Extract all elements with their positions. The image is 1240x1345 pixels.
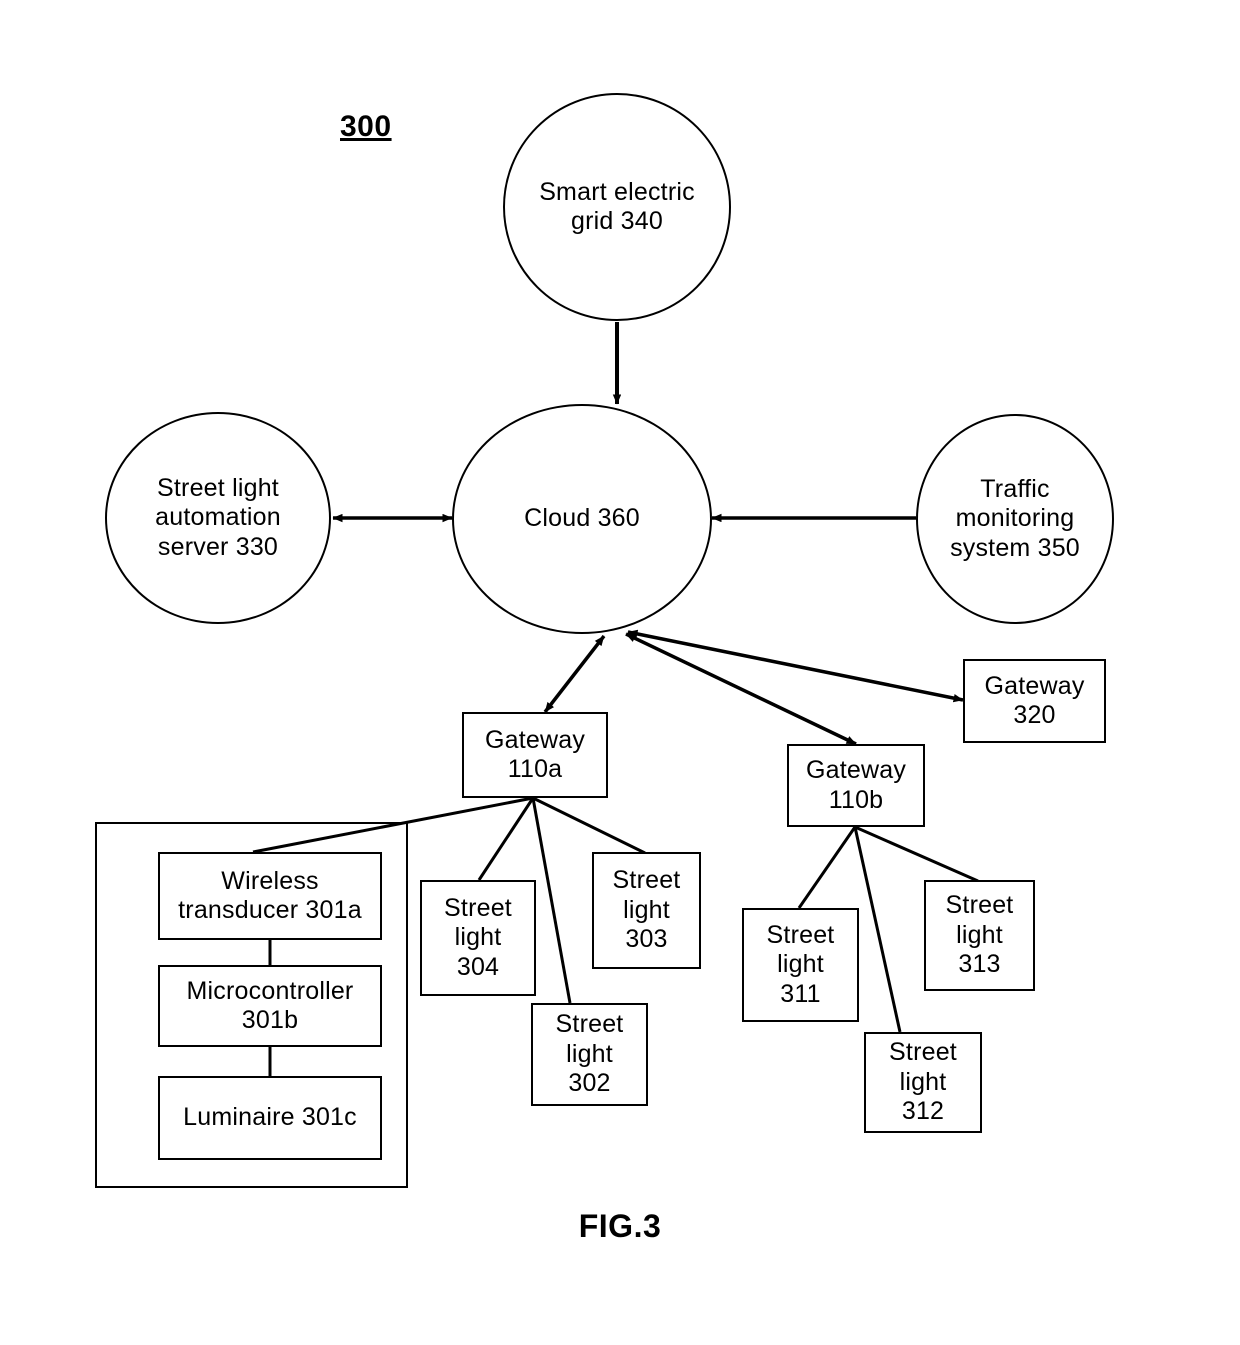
edge-cloud-to-gateway-110a (543, 634, 606, 714)
edge-gateway-110b-to-street-light-311 (797, 826, 857, 909)
node-street-light-311[interactable]: Street light 311 (742, 908, 859, 1022)
node-cloud[interactable]: Cloud 360 (452, 404, 712, 634)
edge-cloud-to-gateway-110b (625, 632, 857, 746)
node-street-light-312[interactable]: Street light 312 (864, 1032, 982, 1133)
edge-gateway-110b-to-street-light-313 (854, 825, 979, 883)
node-wireless-transducer-301a-label: Wireless transducer 301a (178, 866, 362, 925)
node-gateway-110a[interactable]: Gateway 110a (462, 712, 608, 798)
node-street-light-311-label: Street light 311 (766, 920, 835, 1008)
figure-number: 300 (340, 110, 392, 143)
node-cloud-label: Cloud 360 (524, 504, 640, 533)
node-traffic-monitoring-system-label: Traffic monitoring system 350 (950, 474, 1080, 562)
node-gateway-320[interactable]: Gateway 320 (963, 659, 1106, 743)
edge-cloud-to-gateway-320 (627, 629, 964, 703)
node-street-light-303-label: Street light 303 (612, 866, 681, 954)
node-smart-electric-grid[interactable]: Smart electric grid 340 (503, 93, 731, 321)
edge-gateway-110a-to-street-light-303 (532, 796, 646, 855)
node-microcontroller-301b-label: Microcontroller 301b (186, 976, 354, 1035)
node-microcontroller-301b[interactable]: Microcontroller 301b (158, 965, 382, 1047)
node-gateway-110b-label: Gateway 110b (805, 756, 907, 814)
node-luminaire-301c[interactable]: Luminaire 301c (158, 1076, 382, 1160)
node-street-light-313[interactable]: Street light 313 (924, 880, 1035, 991)
node-traffic-monitoring-system[interactable]: Traffic monitoring system 350 (916, 414, 1114, 624)
node-street-light-304-label: Street light 304 (444, 893, 512, 981)
node-street-light-automation-server[interactable]: Street light automation server 330 (105, 412, 331, 624)
node-street-light-302[interactable]: Street light 302 (531, 1003, 648, 1106)
edge-gateway-110b-to-street-light-312 (853, 826, 902, 1033)
edge-gateway-110a-to-street-light-302 (531, 797, 572, 1004)
node-gateway-110b[interactable]: Gateway 110b (787, 744, 925, 827)
patent-figure-3: 300 Smart electric grid 340 Street light… (0, 0, 1240, 1345)
edge-gateway-110a-to-street-light-304 (477, 797, 535, 881)
node-luminaire-301c-label: Luminaire 301c (183, 1103, 357, 1132)
node-street-light-304[interactable]: Street light 304 (420, 880, 536, 996)
node-wireless-transducer-301a[interactable]: Wireless transducer 301a (158, 852, 382, 940)
node-street-light-313-label: Street light 313 (945, 891, 1014, 979)
node-street-light-automation-server-label: Street light automation server 330 (155, 473, 281, 561)
node-smart-electric-grid-label: Smart electric grid 340 (539, 177, 695, 236)
node-street-light-302-label: Street light 302 (555, 1010, 624, 1098)
node-gateway-320-label: Gateway 320 (984, 671, 1085, 730)
node-street-light-312-label: Street light 312 (889, 1038, 957, 1126)
figure-caption: FIG.3 (578, 1208, 662, 1244)
node-street-light-303[interactable]: Street light 303 (592, 852, 701, 969)
node-gateway-110a-label: Gateway 110a (484, 725, 586, 784)
